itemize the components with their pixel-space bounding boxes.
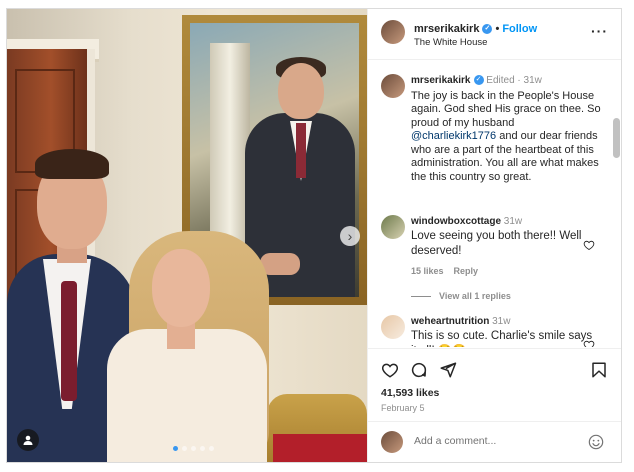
post-side-panel: mrserikakirk ✓ • Follow The White House ···…	[367, 9, 621, 462]
heart-icon[interactable]	[381, 361, 399, 379]
comment-age: 31w	[492, 316, 511, 327]
heart-icon[interactable]	[583, 339, 595, 347]
post-modal: › mrserikakirk ✓ • Follow The White House ·…	[6, 8, 622, 463]
carousel-dot	[173, 446, 178, 451]
view-replies-button[interactable]: View all 1 replies	[411, 291, 511, 301]
comment-text: This is so cute. Charlie's smile says it…	[411, 329, 593, 348]
reply-button[interactable]: Reply	[454, 266, 479, 276]
more-icon[interactable]: ···	[591, 23, 608, 39]
heart-icon[interactable]	[583, 239, 595, 251]
bookmark-icon[interactable]	[590, 361, 608, 379]
comments-list: mrserikakirk ✓ Edited · 31w The joy is ba…	[368, 60, 621, 348]
comment-username[interactable]: windowboxcottage	[411, 216, 501, 227]
action-bar	[368, 348, 621, 389]
carousel-dots	[173, 446, 214, 451]
location-link[interactable]: The White House	[414, 37, 487, 48]
tag-user-icon[interactable]	[17, 429, 39, 451]
comment-username[interactable]: weheartnutrition	[411, 316, 489, 327]
avatar[interactable]	[381, 215, 405, 239]
comment-text: Love seeing you both there!! Well deserv…	[411, 229, 582, 257]
carousel-dot	[191, 446, 196, 451]
comment-age: 31w	[503, 216, 523, 227]
post-date: February 5	[381, 403, 425, 413]
comments-scrollbar[interactable]	[613, 118, 620, 158]
follow-button[interactable]: Follow	[502, 23, 537, 35]
caption-age: 31w	[523, 75, 542, 86]
avatar	[381, 431, 403, 453]
header-username[interactable]: mrserikakirk	[414, 23, 479, 35]
emoji-icon[interactable]	[588, 434, 604, 450]
avatar[interactable]	[381, 74, 405, 98]
verified-icon: ✓	[482, 24, 493, 35]
comment-likes[interactable]: 15 likes	[411, 266, 444, 276]
likes-count[interactable]: 41,593 likes	[381, 387, 439, 399]
avatar[interactable]	[381, 20, 405, 44]
carousel-dot	[209, 446, 214, 451]
next-arrow-icon[interactable]: ›	[340, 226, 360, 246]
add-comment-bar	[368, 421, 621, 462]
post-photo[interactable]: ›	[7, 9, 367, 462]
avatar[interactable]	[381, 315, 405, 339]
caption-text: The joy is back in the People's House ag…	[411, 89, 601, 129]
comment-icon[interactable]	[410, 361, 428, 379]
edited-label: Edited	[486, 75, 515, 86]
caption-username[interactable]: mrserikakirk	[411, 75, 471, 86]
carousel-dot	[182, 446, 187, 451]
verified-icon: ✓	[473, 75, 484, 86]
share-icon[interactable]	[439, 361, 457, 379]
carousel-dot	[200, 446, 205, 451]
mention-link[interactable]: @charliekirk1776	[411, 130, 496, 142]
post-header: mrserikakirk ✓ • Follow The White House ···	[368, 9, 621, 60]
comment-input[interactable]	[412, 434, 576, 448]
